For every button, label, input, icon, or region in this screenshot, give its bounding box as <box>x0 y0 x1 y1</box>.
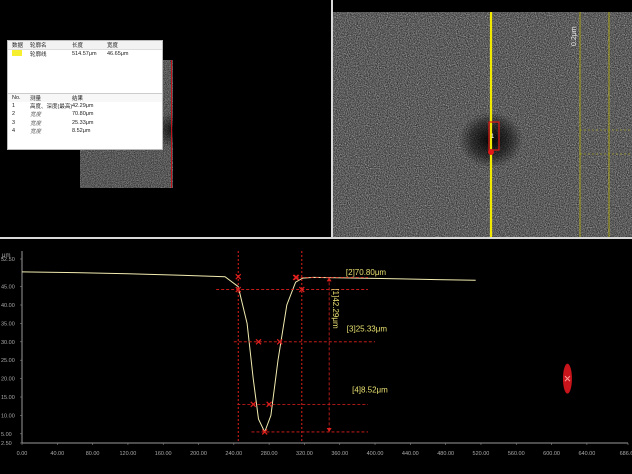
cursor-point[interactable] <box>488 149 494 155</box>
x-tick-label: 520.00 <box>473 451 490 457</box>
result-name: 宽度 <box>30 120 42 127</box>
y-tick-label: 25.00 <box>1 358 15 364</box>
y-tick-label: 20.00 <box>1 377 15 383</box>
result-name: 宽度 <box>30 129 42 136</box>
result-value: 70.80μm <box>72 111 94 118</box>
x-tick-label: 40.00 <box>50 451 64 457</box>
x-tick-label: 80.00 <box>86 451 100 457</box>
x-tick-label: 400.00 <box>367 451 384 457</box>
result-value: 8.52μm <box>72 128 91 135</box>
result-header-row: No. 测量 结果 <box>8 93 162 102</box>
x-tick-label: 120.00 <box>119 451 136 457</box>
col-measure: 测量 <box>30 95 42 102</box>
result-row[interactable]: 2 宽度 70.80μm <box>8 110 162 119</box>
profile-color-cell <box>12 49 30 58</box>
profile-width: 46.65μm <box>107 50 129 57</box>
header-data: 数据 <box>12 42 24 49</box>
profile-name: 轮廓线 <box>30 51 47 58</box>
result-name: 高度、深度(最高) <box>30 103 73 110</box>
x-tick-label: 200.00 <box>190 451 207 457</box>
x-tick-label: 560.00 <box>508 451 525 457</box>
profile-chart-svg: μm2.505.0010.0015.0020.0025.0030.0035.00… <box>1 251 632 457</box>
result-row[interactable]: 3 宽度 25.33μm <box>8 119 162 128</box>
yellow-swatch-icon <box>12 49 22 56</box>
x-tick-label: 320.00 <box>296 451 313 457</box>
y-tick-label: 52.50 <box>1 257 15 263</box>
measure-point-mark[interactable] <box>235 273 242 280</box>
measurement-panel: 数据 轮廓名 长度 宽度 轮廓线 514.57μm 46.65μm No. 测量… <box>7 40 163 150</box>
x-tick-label: 480.00 <box>437 451 454 457</box>
microscope-image[interactable]: 1 0.2μm <box>333 12 632 237</box>
result-name: 宽度 <box>30 112 42 119</box>
x-tick-label: 280.00 <box>261 451 278 457</box>
panel-header-row: 数据 轮廓名 长度 宽度 <box>8 41 162 50</box>
result-no: 3 <box>12 119 16 126</box>
result-row[interactable]: 4 宽度 8.52μm <box>8 127 162 136</box>
col-result: 结果 <box>72 95 84 102</box>
microscope-image-svg: 1 0.2μm <box>333 12 632 237</box>
result-value: 25.33μm <box>72 119 94 126</box>
x-tick-label: 160.00 <box>155 451 172 457</box>
x-tick-label: 440.00 <box>402 451 419 457</box>
width-label-4: [4]8.52μm <box>352 386 388 395</box>
y-tick-label: 15.00 <box>1 395 15 401</box>
profile-length: 514.57μm <box>72 50 97 57</box>
height-label-1: [1]42.29μm <box>331 288 340 329</box>
result-no: 2 <box>12 111 16 118</box>
x-tick-label: 0.00 <box>17 451 28 457</box>
width-label-2: [2]70.80μm <box>346 268 387 277</box>
header-width: 宽度 <box>107 42 119 49</box>
height-arrowhead <box>326 427 332 432</box>
y-tick-label: 45.00 <box>1 285 15 291</box>
x-tick-label: 686.60 <box>620 451 632 457</box>
line-label-0: 0.2μm <box>571 26 578 46</box>
y-tick-label: 35.00 <box>1 321 15 327</box>
y-tick-label: 2.50 <box>1 441 12 447</box>
result-no: 1 <box>12 102 16 109</box>
x-tick-label: 240.00 <box>225 451 242 457</box>
panel-spacer <box>8 58 162 93</box>
result-row[interactable]: 1 高度、深度(最高) 42.29μm <box>8 102 162 111</box>
profile-curve[interactable] <box>21 271 476 434</box>
result-value: 42.29μm <box>72 102 94 109</box>
header-profile-name: 轮廓名 <box>30 42 47 49</box>
header-length: 长度 <box>72 42 84 49</box>
col-no: No. <box>12 94 21 101</box>
y-tick-label: 10.00 <box>1 413 15 419</box>
profile-marker-line <box>171 60 172 188</box>
profile-chart[interactable]: μm 2.50 5.00 10.00 15.00 20.00 25.00 30.00 35.00… <box>0 239 632 474</box>
y-tick-label: 5.00 <box>1 432 12 438</box>
x-tick-label: 600.00 <box>543 451 560 457</box>
thumbnail-view[interactable]: 数据 轮廓名 长度 宽度 轮廓线 514.57μm 46.65μm No. 测量… <box>0 0 331 237</box>
x-tick-label: 360.00 <box>331 451 348 457</box>
profile-row-selected[interactable]: 轮廓线 514.57μm 46.65μm <box>8 49 162 59</box>
x-tick-label: 640.00 <box>578 451 595 457</box>
y-tick-label: 40.00 <box>1 303 15 309</box>
width-label-3: [3]25.33μm <box>347 324 388 333</box>
result-no: 4 <box>12 128 16 135</box>
y-tick-label: 30.00 <box>1 340 15 346</box>
